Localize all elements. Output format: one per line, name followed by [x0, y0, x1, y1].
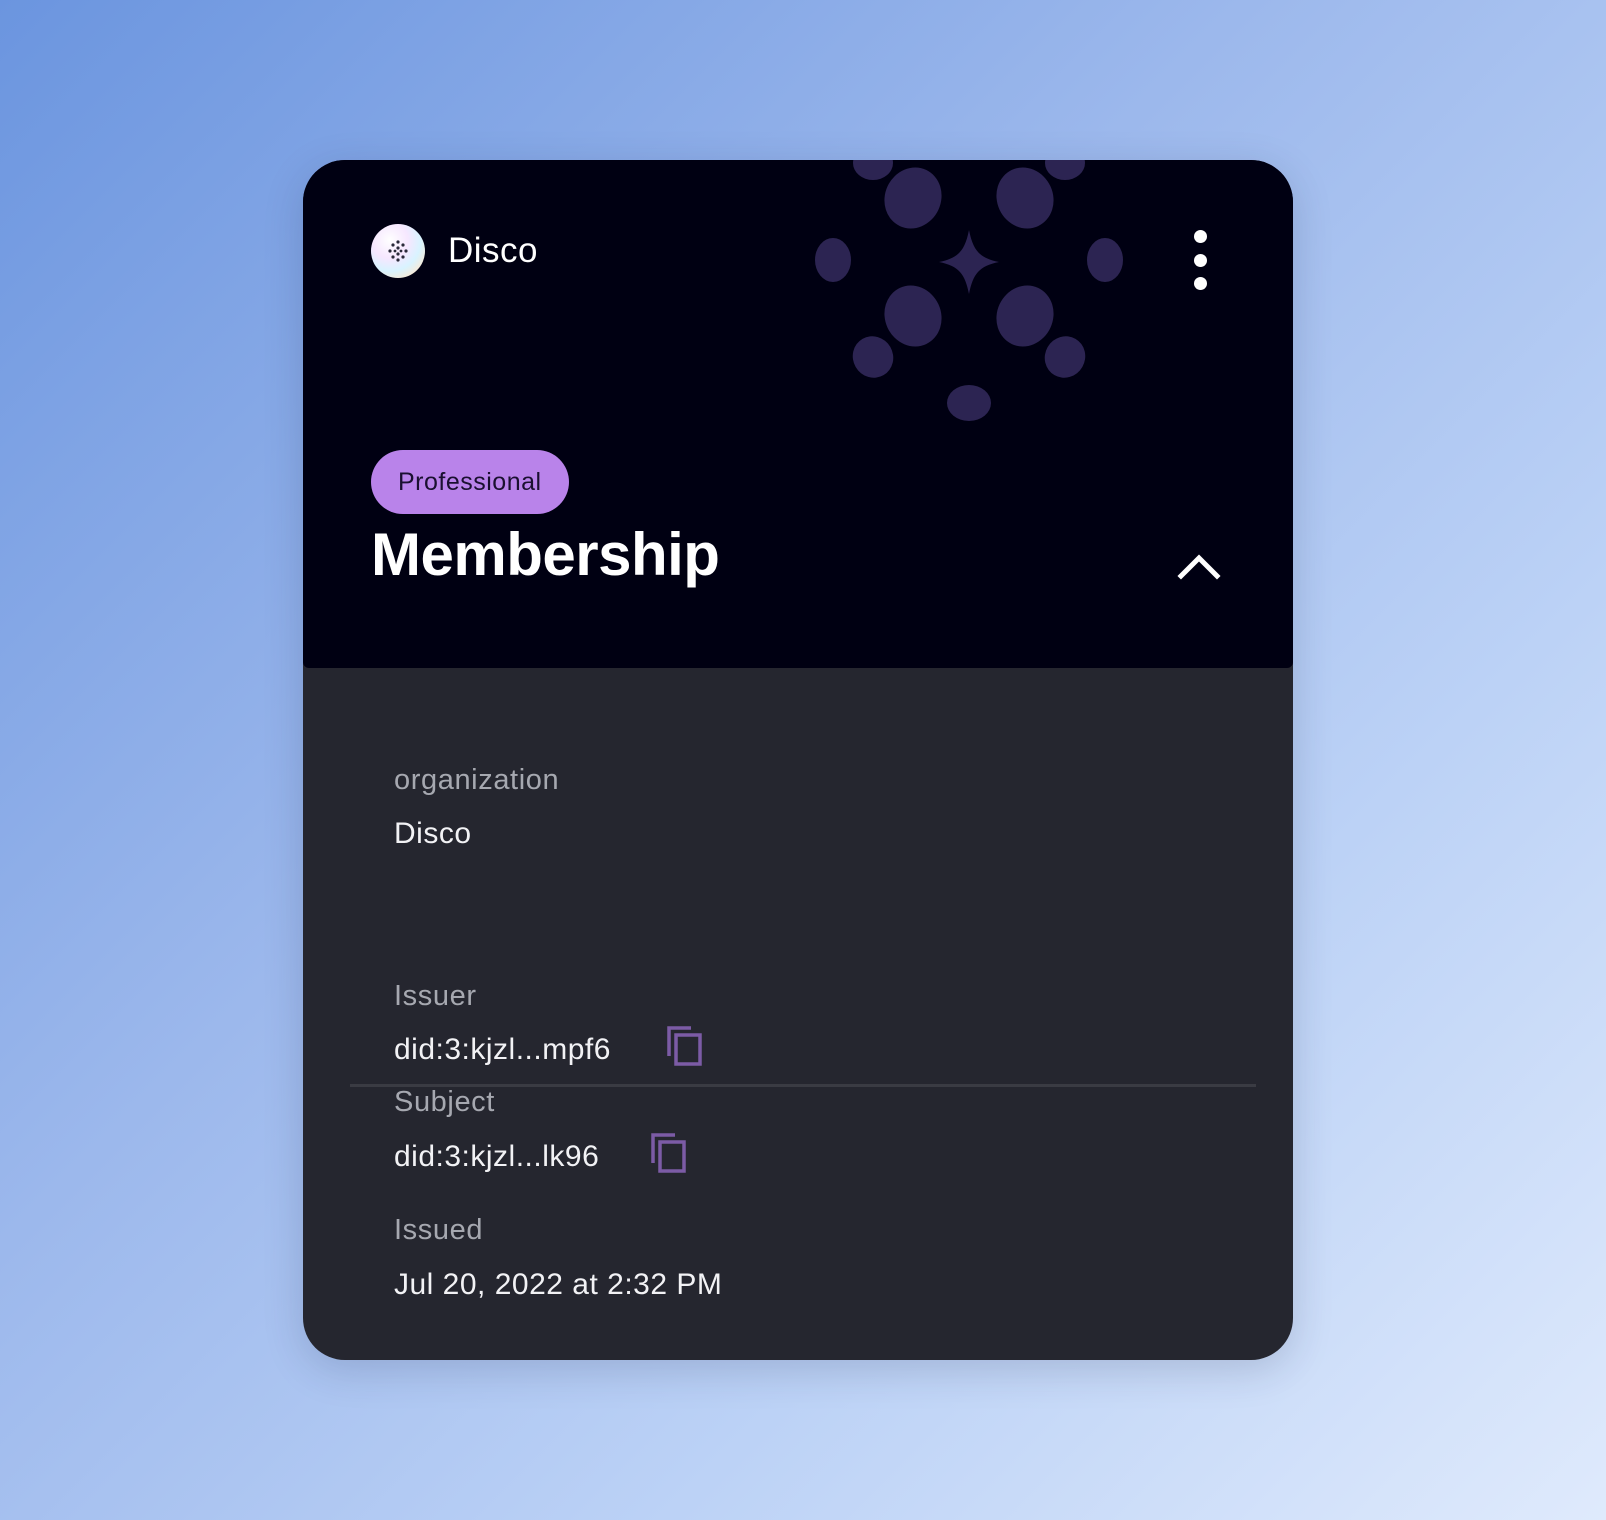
copy-icon[interactable]: [649, 1131, 689, 1175]
menu-dot: [1193, 253, 1207, 267]
brand-name: Disco: [448, 231, 539, 270]
subject-value: did:3:kjzl...lk96: [394, 1140, 600, 1173]
organization-label: organization: [394, 764, 560, 796]
card-body: organization Disco Issuer did:3:kjzl...m…: [303, 668, 1293, 1360]
card-title: Membership: [371, 521, 720, 588]
issuer-label: Issuer: [394, 980, 477, 1012]
credential-type-badge: Professional: [371, 450, 569, 514]
credential-card: Disco Professional Membership organizati…: [303, 160, 1293, 1360]
subject-label: Subject: [394, 1086, 495, 1118]
sparkle-pattern-icon: [815, 160, 1123, 421]
issued-value: Jul 20, 2022 at 2:32 PM: [394, 1268, 723, 1301]
copy-icon[interactable]: [665, 1024, 705, 1068]
brand: Disco: [371, 224, 538, 278]
menu-dot: [1193, 277, 1207, 290]
chevron-up-icon[interactable]: [1171, 540, 1227, 590]
issued-label: Issued: [394, 1214, 484, 1246]
card-header: Disco Professional Membership: [303, 160, 1293, 668]
organization-value: Disco: [394, 817, 472, 850]
more-options-button[interactable]: [1183, 230, 1217, 290]
disco-logo-icon: [371, 224, 425, 278]
vertical-ellipsis-icon: [1193, 230, 1207, 243]
issuer-value: did:3:kjzl...mpf6: [394, 1033, 611, 1066]
